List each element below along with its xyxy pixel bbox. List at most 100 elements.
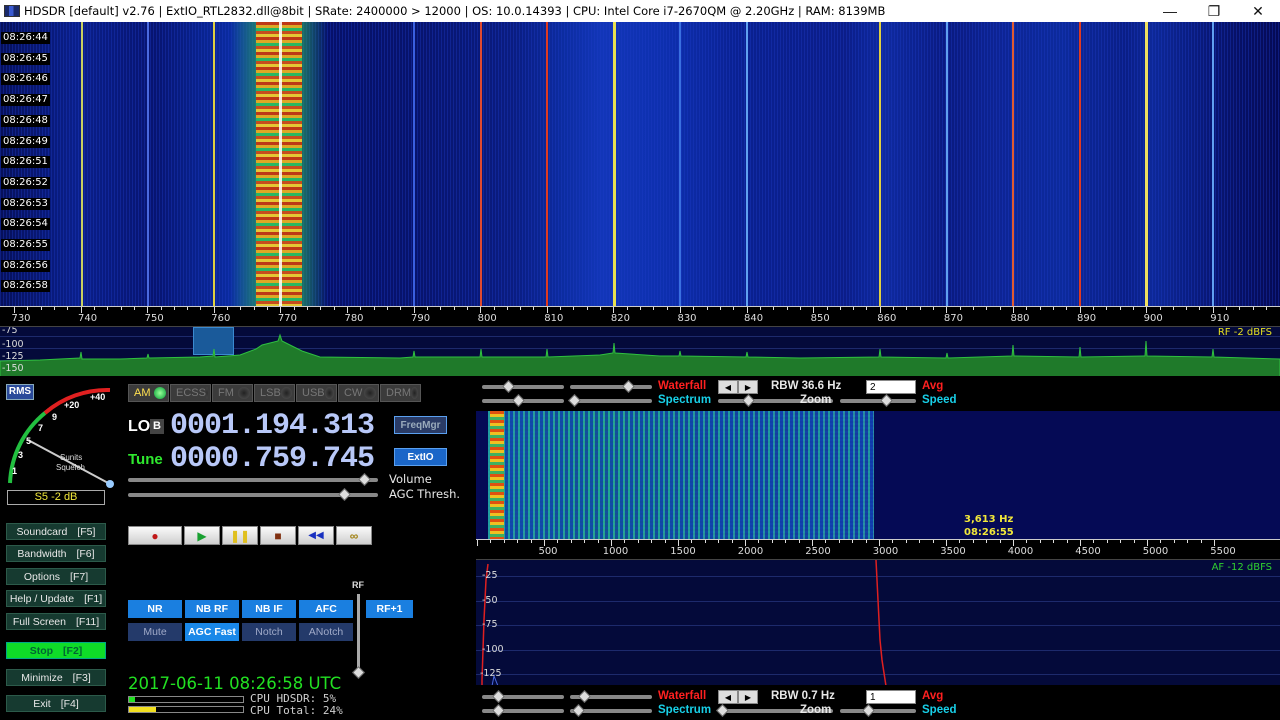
spectrum-contrast-slider[interactable]: [482, 704, 564, 717]
scale-frequency-label: 800: [477, 313, 497, 324]
soundcard-button[interactable]: Soundcard [F5]: [6, 523, 106, 540]
rf-gain-slider-thumb[interactable]: [352, 666, 365, 679]
nr-button[interactable]: NR: [128, 600, 182, 618]
loop-button[interactable]: ∞: [336, 526, 372, 545]
nb-rf-button[interactable]: NB RF: [185, 600, 239, 618]
rf-gain-slider[interactable]: [352, 594, 365, 679]
volume-slider[interactable]: [128, 473, 378, 486]
avg-select[interactable]: 2: [866, 380, 916, 394]
scale-tick: [853, 307, 855, 310]
anotch-button[interactable]: ANotch: [299, 623, 353, 641]
mode-drm-button[interactable]: DRM: [380, 384, 421, 402]
extio-button[interactable]: ExtIO: [394, 448, 447, 466]
record-button[interactable]: ●: [128, 526, 182, 545]
audio-spectrum[interactable]: -25 -50 -75 -100 -125 AF -12 dBFS: [476, 559, 1280, 685]
slider-thumb[interactable]: [502, 380, 515, 393]
pause-button[interactable]: ❚❚: [222, 526, 258, 545]
slider-thumb[interactable]: [862, 704, 875, 717]
lo-frequency-display[interactable]: 0001.194.313: [170, 409, 375, 443]
mode-cw-button[interactable]: CW: [338, 384, 379, 402]
afc-button[interactable]: AFC: [299, 600, 353, 618]
slider-thumb[interactable]: [492, 704, 505, 717]
full-screen-button[interactable]: Full Screen [F11]: [6, 613, 106, 630]
shortcut-key: [F2]: [63, 645, 83, 657]
scale-tick: [426, 307, 428, 310]
agc-threshold-slider-thumb[interactable]: [338, 488, 351, 501]
slider-thumb[interactable]: [622, 380, 635, 393]
slider-thumb[interactable]: [578, 690, 591, 703]
main-waterfall[interactable]: 08:26:44 08:26:45 08:26:46 08:26:47 08:26:48…: [0, 22, 1280, 306]
scale-tick: [27, 307, 29, 310]
mode-ecss-button[interactable]: ECSS: [170, 384, 211, 402]
notch-button[interactable]: Notch: [242, 623, 296, 641]
avg-select[interactable]: 1: [866, 690, 916, 704]
slider-thumb[interactable]: [880, 394, 893, 407]
restore-window-button[interactable]: ❐: [1192, 0, 1236, 22]
nb-if-button[interactable]: NB IF: [242, 600, 296, 618]
main-spectrum[interactable]: -75 -100 -125 -150 RF -2 dBFS: [0, 326, 1280, 376]
rbw-stepper[interactable]: ◀ ▶: [718, 380, 758, 394]
mode-fm-button[interactable]: FM: [212, 384, 253, 402]
slider-thumb[interactable]: [492, 690, 505, 703]
right-arrow-icon[interactable]: ▶: [738, 690, 758, 704]
left-arrow-icon[interactable]: ◀: [718, 690, 738, 704]
lo-b-toggle[interactable]: B: [150, 419, 164, 434]
scale-tick: [972, 540, 974, 543]
play-button[interactable]: ▶: [184, 526, 220, 545]
agc-threshold-slider[interactable]: [128, 488, 378, 501]
spectrum-brightness-slider[interactable]: [570, 704, 652, 717]
scale-tick: [798, 540, 800, 543]
minimize-button[interactable]: Minimize [F3]: [6, 669, 106, 686]
button-label: Exit: [33, 698, 51, 710]
agc-fast-button[interactable]: AGC Fast: [185, 623, 239, 641]
slider-thumb[interactable]: [716, 704, 729, 717]
mode-usb-button[interactable]: USB: [296, 384, 337, 402]
mute-button[interactable]: Mute: [128, 623, 182, 641]
waterfall-brightness-slider[interactable]: [570, 380, 652, 393]
scale-tick: [1039, 540, 1041, 543]
scale-tick: [1186, 307, 1188, 310]
freqmgr-button[interactable]: FreqMgr: [394, 416, 447, 434]
right-arrow-icon[interactable]: ▶: [738, 380, 758, 394]
options-button[interactable]: Options [F7]: [6, 568, 106, 585]
stop-button[interactable]: Stop [F2]: [6, 642, 106, 659]
cpu-hdsdr-bar: [128, 696, 244, 703]
speed-slider[interactable]: [840, 394, 916, 407]
mode-led-icon: [280, 387, 292, 399]
spectrum-brightness-slider[interactable]: [568, 394, 652, 407]
scale-tick: [653, 307, 655, 310]
frequency-scale[interactable]: 730 740 750 760 770 780 790 800 810 820 830 840 850 8…: [0, 306, 1280, 326]
tune-frequency-display[interactable]: 0000.759.745: [170, 442, 375, 476]
scale-tick: [999, 307, 1001, 310]
left-arrow-icon[interactable]: ◀: [718, 380, 738, 394]
spectrum-contrast-slider[interactable]: [482, 394, 564, 407]
minimize-window-button[interactable]: —: [1148, 0, 1192, 22]
audio-frequency-scale[interactable]: 500 1000 1500 2000 2500 3000 3500 4000 4500 5000 5…: [476, 539, 1280, 559]
mode-lsb-button[interactable]: LSB: [254, 384, 295, 402]
waterfall-brightness-slider[interactable]: [570, 690, 652, 703]
carrier-trace: [1145, 22, 1148, 306]
bandwidth-button[interactable]: Bandwidth [F6]: [6, 545, 106, 562]
waterfall-contrast-slider[interactable]: [482, 690, 564, 703]
rf-plus-button[interactable]: RF+1: [366, 600, 413, 618]
mode-am-button[interactable]: AM: [128, 384, 169, 402]
exit-button[interactable]: Exit [F4]: [6, 695, 106, 712]
audio-spectrum-controls: Spectrum Zoom Speed: [478, 394, 1280, 408]
audio-waterfall[interactable]: 3,613 Hz 08:26:55: [476, 411, 1280, 539]
slider-thumb[interactable]: [572, 704, 585, 717]
scale-frequency-label: 740: [78, 313, 98, 324]
slider-thumb[interactable]: [568, 394, 581, 407]
speed-slider[interactable]: [840, 704, 916, 717]
slider-thumb[interactable]: [742, 394, 755, 407]
stop-playback-button[interactable]: ■: [260, 526, 296, 545]
smeter-scale-label: 1: [12, 466, 18, 476]
close-window-button[interactable]: ✕: [1236, 0, 1280, 22]
rewind-button[interactable]: ◀◀: [298, 526, 334, 545]
waterfall-contrast-slider[interactable]: [482, 380, 564, 393]
scale-tick: [892, 540, 894, 543]
help-update-button[interactable]: Help / Update [F1]: [6, 590, 106, 607]
rms-button[interactable]: RMS: [6, 384, 34, 400]
shortcut-key: [F4]: [60, 698, 79, 710]
slider-thumb[interactable]: [512, 394, 525, 407]
rbw-stepper[interactable]: ◀ ▶: [718, 690, 758, 704]
